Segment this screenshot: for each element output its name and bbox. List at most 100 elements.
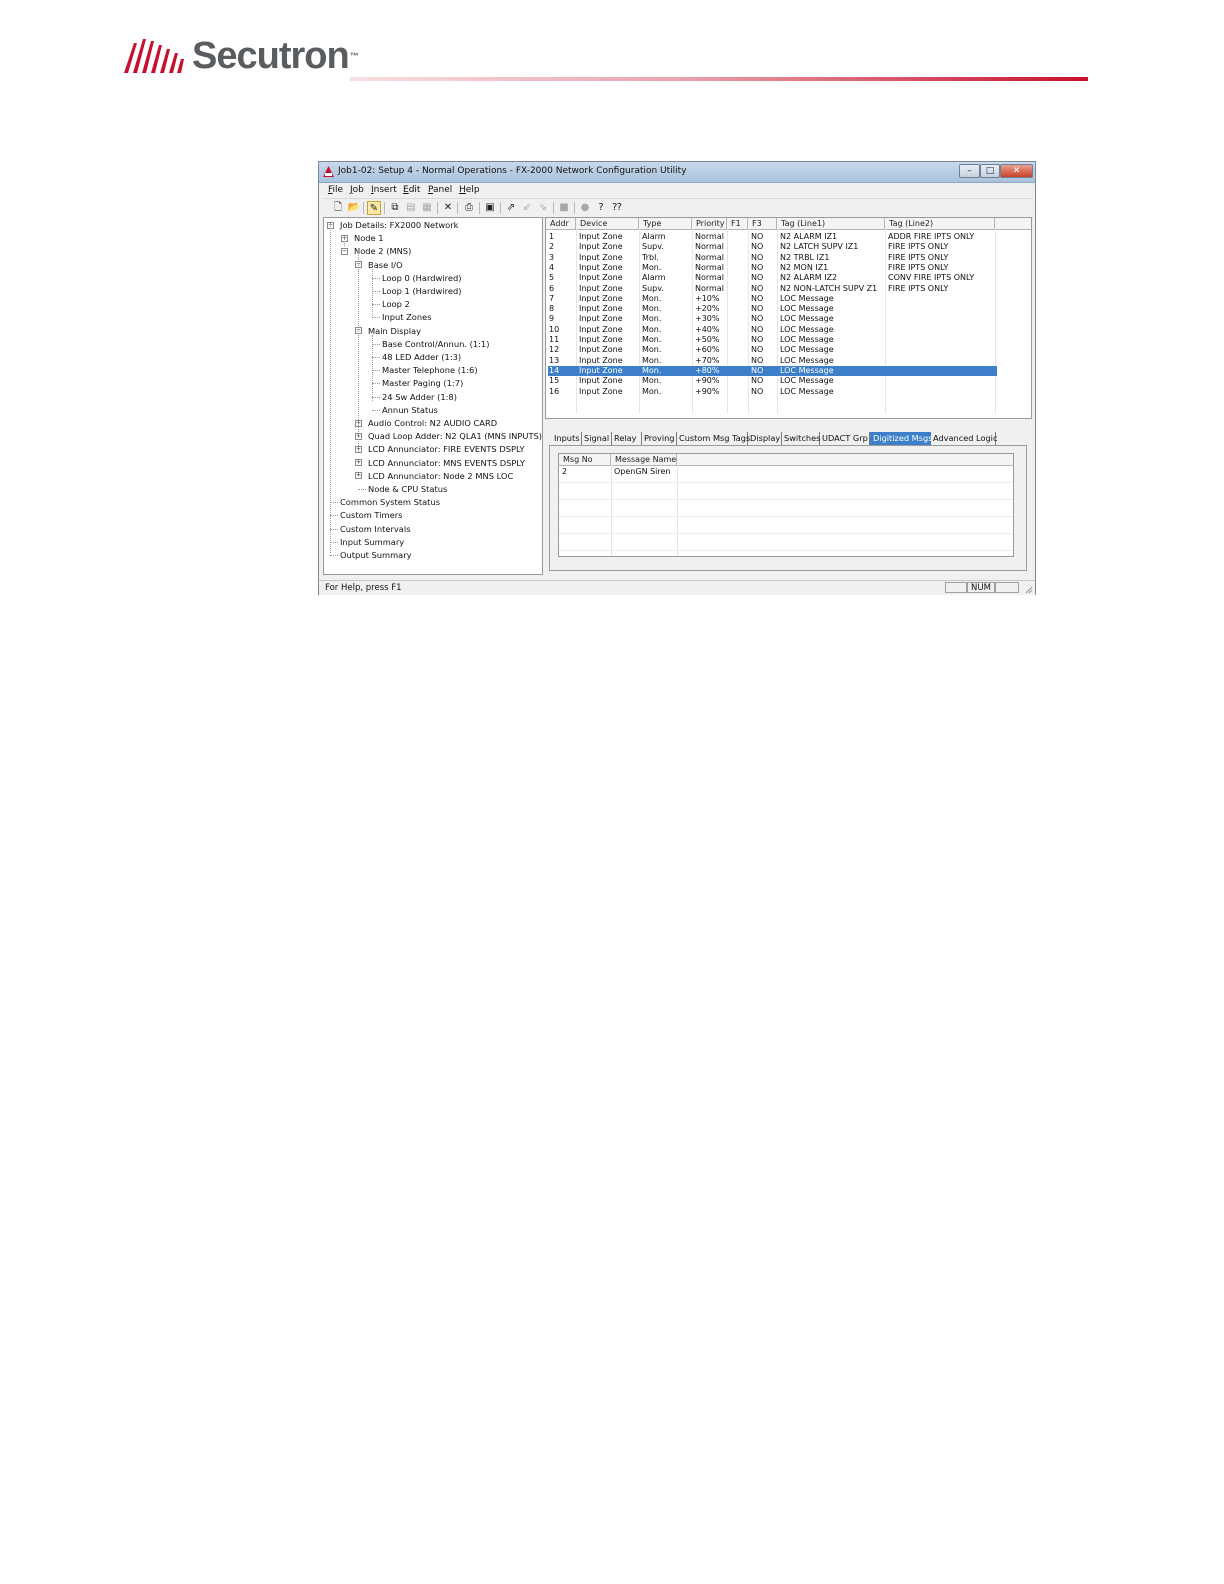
table-row[interactable]: 7 Input Zone Mon. +10% NO LOC Message bbox=[546, 294, 1031, 304]
table-row[interactable]: 5 Input Zone Alarm Normal NO N2 ALARM IZ2 CONV… bbox=[546, 273, 1031, 283]
header-rule bbox=[350, 77, 1088, 81]
table-row[interactable]: 3 Input Zone Trbl. Normal NO N2 TRBL IZ1 FIRE … bbox=[546, 253, 1031, 263]
grid-cell: NO bbox=[751, 345, 764, 355]
grid-cell: FIRE IPTS ONLY bbox=[888, 242, 949, 252]
grid-cell: +90% bbox=[695, 376, 720, 386]
table-row[interactable]: 11 Input Zone Mon. +50% NO LOC Message bbox=[546, 335, 1031, 345]
paste-special-icon[interactable]: ▦ bbox=[420, 201, 434, 215]
table-row[interactable]: 1 Input Zone Alarm Normal NO N2 ALARM IZ1 ADDR… bbox=[546, 232, 1031, 242]
grid-cell bbox=[727, 294, 748, 304]
grid-cell: Mon. bbox=[642, 335, 662, 344]
tree-label: Loop 2 bbox=[382, 299, 410, 310]
grid-column-header[interactable]: F1 bbox=[727, 218, 748, 229]
tab-inputs[interactable]: Inputs bbox=[552, 432, 582, 445]
grid-cell: NO bbox=[751, 324, 764, 334]
paste-icon[interactable]: ▤ bbox=[404, 201, 418, 215]
msg-column-header[interactable]: Msg No bbox=[559, 454, 611, 465]
menu-file[interactable]: File bbox=[328, 185, 343, 195]
tab-signal[interactable]: Signal bbox=[582, 432, 612, 445]
tab-relay[interactable]: Relay bbox=[612, 432, 642, 445]
close-button[interactable]: ✕ bbox=[1000, 164, 1033, 178]
grid-column-header[interactable]: Tag (Line1) bbox=[777, 218, 885, 229]
tree-connector bbox=[372, 383, 380, 385]
grid-cell: 1 bbox=[549, 232, 555, 241]
menu-panel[interactable]: Panel bbox=[428, 185, 452, 195]
copy-icon[interactable]: ⧉ bbox=[388, 201, 402, 215]
toolbar-separator bbox=[479, 202, 480, 214]
tree-expand-icon[interactable]: + bbox=[355, 472, 362, 480]
table-row[interactable]: 2 Input Zone Supv. Normal NO N2 LATCH SUPV IZ… bbox=[546, 242, 1031, 252]
grid-column-header[interactable]: Addr bbox=[546, 218, 576, 229]
grid-cell: NO bbox=[751, 304, 764, 314]
download-alt-icon[interactable]: ⇘ bbox=[536, 201, 550, 215]
msg-column-header[interactable]: Message Name bbox=[611, 454, 677, 465]
open-icon[interactable]: 📂 bbox=[347, 201, 361, 215]
table-row[interactable]: 8 Input Zone Mon. +20% NO LOC Message bbox=[546, 304, 1031, 314]
grid-cell: Mon. bbox=[642, 345, 662, 355]
tab-digitized-msgs[interactable]: Digitized Msgs bbox=[870, 432, 932, 445]
grid-cell bbox=[727, 263, 748, 273]
grid-cell: NO bbox=[751, 335, 764, 344]
grid-cell: NO bbox=[751, 386, 764, 396]
upload-icon[interactable]: ⇗ bbox=[504, 201, 518, 215]
help-icon[interactable]: ? bbox=[594, 201, 608, 215]
grid-cell: Input Zone bbox=[579, 293, 623, 303]
title-bar[interactable]: Job1-02: Setup 4 - Normal Operations - F… bbox=[319, 162, 1035, 183]
context-help-icon[interactable]: ⁇ bbox=[610, 201, 624, 215]
grid-cell: Alarm bbox=[642, 232, 666, 241]
toolbar-separator bbox=[500, 202, 501, 214]
tree-connector bbox=[372, 304, 380, 306]
menu-insert[interactable]: Insert bbox=[371, 185, 397, 195]
menu-help[interactable]: Help bbox=[459, 185, 480, 195]
tab-custom-msg-tags[interactable]: Custom Msg Tags bbox=[677, 432, 750, 445]
table-row[interactable]: 12 Input Zone Mon. +60% NO LOC Message bbox=[546, 345, 1031, 355]
tab-advanced-logic[interactable]: Advanced Logic bbox=[931, 432, 997, 445]
print-preview-icon[interactable]: ▣ bbox=[483, 201, 497, 215]
download-icon[interactable]: ⇙ bbox=[520, 201, 534, 215]
menu-edit[interactable]: Edit bbox=[403, 185, 420, 195]
table-row[interactable]: 13 Input Zone Mon. +70% NO LOC Message bbox=[546, 356, 1031, 366]
table-row[interactable]: 9 Input Zone Mon. +30% NO LOC Message bbox=[546, 314, 1031, 324]
tab-udact-grp[interactable]: UDACT Grp bbox=[820, 432, 870, 445]
tab-proving[interactable]: Proving bbox=[642, 432, 677, 445]
edit-pencil-icon[interactable]: ✎ bbox=[367, 201, 381, 215]
maximize-button[interactable]: □ bbox=[980, 164, 1000, 178]
resize-grip-icon[interactable] bbox=[1024, 585, 1033, 594]
grid-column-header[interactable]: Type bbox=[639, 218, 692, 229]
grid-cell: NO bbox=[751, 242, 764, 252]
new-icon[interactable]: 🗋 bbox=[331, 201, 345, 215]
grid-cell: 10 bbox=[549, 324, 560, 334]
grid-column-header[interactable]: Tag (Line2) bbox=[885, 218, 995, 229]
status-bar: For Help, press F1 NUM bbox=[319, 580, 1035, 595]
tree-collapse-icon[interactable]: − bbox=[341, 247, 348, 255]
grid-cell: N2 ALARM IZ1 bbox=[780, 232, 838, 241]
status-num-indicator: NUM bbox=[967, 582, 995, 593]
grid-cell bbox=[727, 376, 748, 386]
table-row[interactable]: 16 Input Zone Mon. +90% NO LOC Message bbox=[546, 387, 1031, 397]
table-row[interactable]: 10 Input Zone Mon. +40% NO LOC Message bbox=[546, 325, 1031, 335]
grid-column-header[interactable]: Device bbox=[576, 218, 639, 229]
table-row[interactable]: 15 Input Zone Mon. +90% NO LOC Message bbox=[546, 376, 1031, 386]
minimize-button[interactable]: – bbox=[959, 164, 980, 178]
grid-cell: Mon. bbox=[642, 376, 662, 386]
print-icon[interactable]: ⎙ bbox=[462, 201, 476, 215]
secutron-flame-logo-icon bbox=[124, 39, 184, 73]
grid-cell bbox=[727, 387, 748, 397]
msg-column-divider bbox=[677, 465, 678, 556]
table-row[interactable]: 4 Input Zone Mon. Normal NO N2 MON IZ1 FIRE IP… bbox=[546, 263, 1031, 273]
tab-display[interactable]: Display bbox=[748, 432, 782, 445]
grid-column-header[interactable]: Priority bbox=[692, 218, 727, 229]
tree-expand-icon[interactable]: + bbox=[355, 459, 362, 467]
grid-column-header[interactable]: F3 bbox=[748, 218, 777, 229]
brand-name: Secutron™ bbox=[192, 35, 359, 77]
record-icon[interactable]: ● bbox=[578, 201, 592, 215]
table-row-selected[interactable]: 14 Input Zone Mon. +80% NO LOC Message bbox=[546, 365, 1031, 376]
menu-job[interactable]: Job bbox=[350, 185, 364, 195]
grid-cell: Input Zone bbox=[579, 252, 623, 262]
tree-connector bbox=[372, 357, 380, 358]
delete-icon[interactable]: ✕ bbox=[441, 201, 455, 215]
tab-switches[interactable]: Switches bbox=[782, 432, 820, 445]
stop-icon[interactable]: ■ bbox=[557, 201, 571, 215]
toolbar-separator bbox=[363, 202, 364, 214]
table-row[interactable]: 6 Input Zone Supv. Normal NO N2 NON-LATCH SUP… bbox=[546, 284, 1031, 294]
